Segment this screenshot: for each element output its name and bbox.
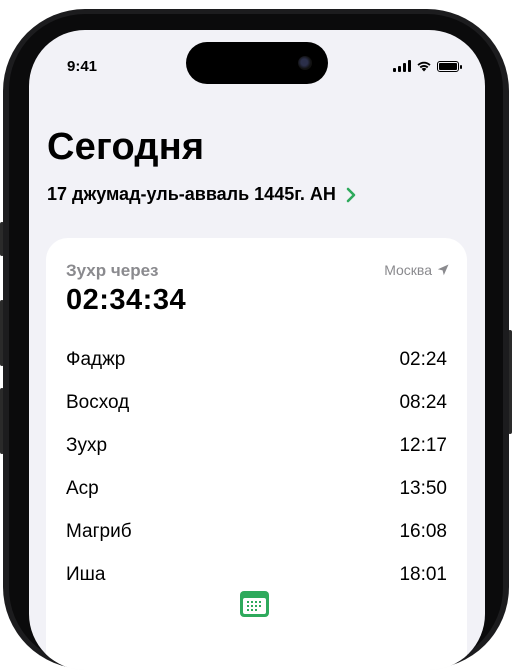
prayer-time: 13:50 bbox=[399, 477, 447, 499]
prayer-time: 18:01 bbox=[399, 563, 447, 585]
dynamic-island bbox=[186, 42, 328, 84]
countdown-timer: 02:34:34 bbox=[66, 284, 187, 316]
status-bar-time: 9:41 bbox=[67, 58, 98, 75]
prayer-list: Фаджр 02:24 Восход 08:24 Зухр 12:17 Аср … bbox=[66, 338, 447, 596]
front-camera bbox=[298, 56, 312, 70]
battery-icon bbox=[437, 60, 462, 72]
prayer-row-sunrise: Восход 08:24 bbox=[66, 381, 447, 424]
prayer-row-dhuhr: Зухр 12:17 bbox=[66, 424, 447, 467]
screen: 9:41 Сегодня 17 джумад-уль-авваль 1445г.… bbox=[29, 30, 485, 670]
prayer-times-card: Зухр через 02:34:34 Москва Фаджр 02:24 В… bbox=[46, 238, 467, 670]
prayer-time: 12:17 bbox=[399, 434, 447, 456]
prayer-name: Магриб bbox=[66, 520, 132, 542]
hijri-date-text: 17 джумад-уль-авваль 1445г. АН bbox=[47, 184, 336, 204]
location-button[interactable]: Москва bbox=[384, 262, 449, 278]
chevron-right-icon bbox=[346, 187, 356, 202]
location-arrow-icon bbox=[437, 264, 449, 276]
calendar-icon[interactable] bbox=[239, 590, 270, 618]
page-title: Сегодня bbox=[47, 126, 205, 168]
prayer-time: 08:24 bbox=[399, 391, 447, 413]
prayer-row-fajr: Фаджр 02:24 bbox=[66, 338, 447, 381]
prayer-name: Фаджр bbox=[66, 348, 126, 370]
hijri-date-link[interactable]: 17 джумад-уль-авваль 1445г. АН bbox=[47, 184, 356, 205]
prayer-name: Иша bbox=[66, 563, 106, 585]
prayer-row-maghrib: Магриб 16:08 bbox=[66, 510, 447, 553]
prayer-time: 16:08 bbox=[399, 520, 447, 542]
prayer-name: Восход bbox=[66, 391, 130, 413]
next-prayer-label: Зухр через bbox=[66, 261, 159, 280]
prayer-time: 02:24 bbox=[399, 348, 447, 370]
status-bar-icons bbox=[393, 60, 462, 72]
prayer-row-asr: Аср 13:50 bbox=[66, 467, 447, 510]
wifi-icon bbox=[417, 61, 431, 72]
prayer-name: Зухр bbox=[66, 434, 108, 456]
location-name: Москва bbox=[384, 262, 432, 278]
signal-icon bbox=[393, 60, 411, 72]
prayer-name: Аср bbox=[66, 477, 99, 499]
